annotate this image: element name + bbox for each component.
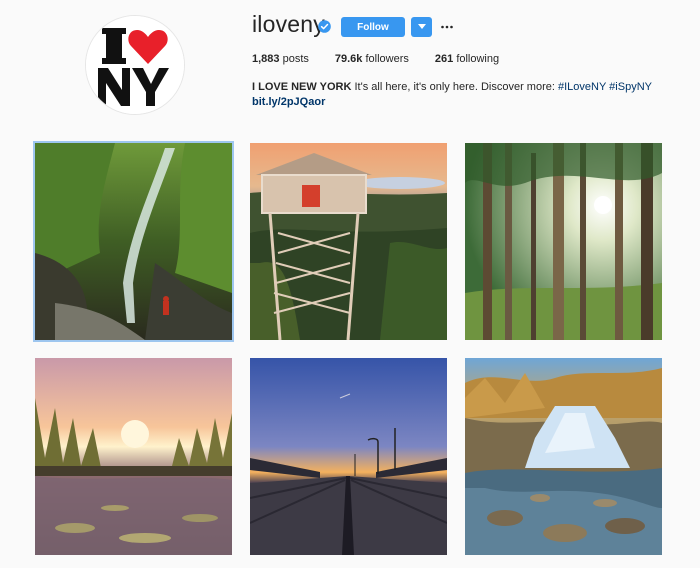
profile-stats: 1,883 posts 79.6k followers 261 followin… [252,53,525,65]
i-love-ny-logo [86,16,184,114]
followers-stat[interactable]: 79.6k followers [335,53,409,65]
bio-url-link[interactable]: bit.ly/2pJQaor [252,95,672,110]
posts-count: 1,883 [252,53,280,65]
following-label: following [456,53,500,65]
post-thumbnail[interactable] [250,358,447,555]
hashtag-link[interactable]: #iSpyNY [609,81,652,93]
profile-full-name: I LOVE NEW YORK [252,81,352,93]
posts-stat: 1,883 posts [252,53,309,65]
chevron-down-icon [417,24,426,29]
verified-badge-icon [318,20,331,33]
post-thumbnail[interactable] [465,358,662,555]
following-stat[interactable]: 261 following [435,53,499,65]
post-thumbnail[interactable] [465,143,662,340]
followers-label: followers [365,53,409,65]
post-thumbnail[interactable] [250,143,447,340]
profile-avatar[interactable] [85,15,185,115]
followers-count: 79.6k [334,53,363,65]
follow-button[interactable]: Follow [341,17,405,37]
post-thumbnail[interactable] [35,358,232,555]
hashtag-link[interactable]: #ILoveNY [558,81,606,93]
post-thumbnail[interactable] [33,141,234,342]
more-options-button[interactable] [440,17,454,37]
profile-bio: I LOVE NEW YORK It's all here, it's only… [252,80,672,110]
posts-label: posts [282,53,309,65]
bio-text: It's all here, it's only here. Discover … [354,81,555,93]
following-count: 261 [434,53,454,65]
suggested-dropdown-button[interactable] [411,17,432,37]
more-options-icon [441,25,453,29]
profile-username: iloveny [252,11,325,37]
